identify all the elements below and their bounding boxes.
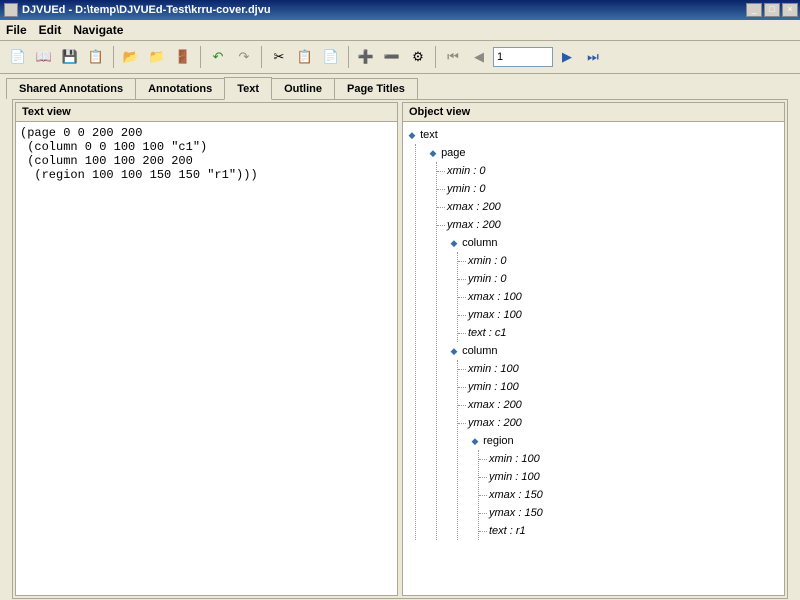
- separator: [113, 46, 114, 68]
- tab-text[interactable]: Text: [224, 77, 272, 100]
- tree-leaf-xmax[interactable]: xmax : 200: [449, 198, 780, 216]
- text-line: (column 100 100 200 200: [20, 154, 393, 168]
- tree-leaf-text[interactable]: text : c1: [470, 324, 780, 342]
- tree-leaf-ymax[interactable]: ymax : 200: [470, 414, 780, 432]
- separator: [348, 46, 349, 68]
- tree-leaf-ymin[interactable]: ymin : 100: [470, 378, 780, 396]
- tree-node-column[interactable]: ◆ column: [449, 234, 780, 252]
- tree-toggle-icon[interactable]: ◆: [428, 144, 438, 162]
- menu-navigate[interactable]: Navigate: [73, 23, 123, 37]
- new-icon[interactable]: 📄: [6, 45, 30, 69]
- exit-icon[interactable]: 🚪: [171, 45, 195, 69]
- settings-icon[interactable]: ⚙: [406, 45, 430, 69]
- tree-leaf-xmax[interactable]: xmax : 150: [491, 486, 780, 504]
- tree-leaf-xmin[interactable]: xmin : 0: [470, 252, 780, 270]
- tree-node-region[interactable]: ◆ region: [470, 432, 780, 450]
- tree-leaf-text[interactable]: text : r1: [491, 522, 780, 540]
- next-page-icon[interactable]: ▶: [555, 45, 579, 69]
- tabs: Shared Annotations Annotations Text Outl…: [0, 74, 800, 599]
- page-number-input[interactable]: [493, 47, 553, 67]
- folder-open-icon[interactable]: 📂: [119, 45, 143, 69]
- text-view-pane: Text view (page 0 0 200 200 (column 0 0 …: [15, 102, 398, 596]
- tab-page-titles[interactable]: Page Titles: [334, 78, 418, 99]
- tab-shared-annotations[interactable]: Shared Annotations: [6, 78, 136, 99]
- content-area: Text view (page 0 0 200 200 (column 0 0 …: [12, 99, 788, 599]
- text-view-body[interactable]: (page 0 0 200 200 (column 0 0 100 100 "c…: [16, 122, 397, 595]
- tree-leaf-ymax[interactable]: ymax : 200: [449, 216, 780, 234]
- remove-page-icon[interactable]: ➖: [380, 45, 404, 69]
- titlebar-text: DJVUEd - D:\temp\DJVUEd-Test\krru-cover.…: [22, 4, 746, 16]
- separator: [435, 46, 436, 68]
- tree-toggle-icon[interactable]: ◆: [470, 432, 480, 450]
- tree-toggle-icon[interactable]: ◆: [449, 234, 459, 252]
- tree-node-page[interactable]: ◆ page: [428, 144, 780, 162]
- tree-leaf-xmin[interactable]: xmin : 100: [491, 450, 780, 468]
- text-line: (column 0 0 100 100 "c1"): [20, 140, 393, 154]
- toolbar: 📄 📖 💾 📋 📂 📁 🚪 ↶ ↷ ✂ 📋 📄 ➕ ➖ ⚙ ⏮ ◀ ▶ ⏭: [0, 41, 800, 74]
- object-view-header: Object view: [403, 103, 784, 122]
- text-line: (page 0 0 200 200: [20, 126, 393, 140]
- minimize-button[interactable]: _: [746, 3, 762, 17]
- add-page-icon[interactable]: ➕: [354, 45, 378, 69]
- text-view-header: Text view: [16, 103, 397, 122]
- close-button[interactable]: ×: [782, 3, 798, 17]
- first-page-icon[interactable]: ⏮: [441, 45, 465, 69]
- folder-icon[interactable]: 📁: [145, 45, 169, 69]
- text-line: (region 100 100 150 150 "r1"))): [20, 168, 393, 182]
- cut-icon[interactable]: ✂: [267, 45, 291, 69]
- tree-toggle-icon[interactable]: ◆: [449, 342, 459, 360]
- window-controls: _ □ ×: [746, 3, 798, 17]
- last-page-icon[interactable]: ⏭: [581, 45, 605, 69]
- open-icon[interactable]: 📖: [32, 45, 56, 69]
- tree-leaf-ymax[interactable]: ymax : 150: [491, 504, 780, 522]
- tab-annotations[interactable]: Annotations: [135, 78, 225, 99]
- redo-icon[interactable]: ↷: [232, 45, 256, 69]
- save-as-icon[interactable]: 📋: [84, 45, 108, 69]
- menubar: File Edit Navigate: [0, 20, 800, 41]
- menu-file[interactable]: File: [6, 23, 27, 37]
- prev-page-icon[interactable]: ◀: [467, 45, 491, 69]
- tree-leaf-xmin[interactable]: xmin : 100: [470, 360, 780, 378]
- tree-node-column[interactable]: ◆ column: [449, 342, 780, 360]
- object-tree[interactable]: ◆ text ◆ page xmin : 0 ymin : 0 xmax : 2…: [403, 122, 784, 595]
- copy-icon[interactable]: 📋: [293, 45, 317, 69]
- paste-icon[interactable]: 📄: [319, 45, 343, 69]
- save-icon[interactable]: 💾: [58, 45, 82, 69]
- menu-edit[interactable]: Edit: [39, 23, 62, 37]
- separator: [200, 46, 201, 68]
- tree-leaf-ymin[interactable]: ymin : 0: [449, 180, 780, 198]
- tab-outline[interactable]: Outline: [271, 78, 335, 99]
- undo-icon[interactable]: ↶: [206, 45, 230, 69]
- tree-leaf-ymax[interactable]: ymax : 100: [470, 306, 780, 324]
- tree-leaf-ymin[interactable]: ymin : 0: [470, 270, 780, 288]
- object-view-pane: Object view ◆ text ◆ page xmin : 0 ymin …: [402, 102, 785, 596]
- separator: [261, 46, 262, 68]
- tree-leaf-xmax[interactable]: xmax : 100: [470, 288, 780, 306]
- maximize-button[interactable]: □: [764, 3, 780, 17]
- titlebar: DJVUEd - D:\temp\DJVUEd-Test\krru-cover.…: [0, 0, 800, 20]
- app-icon: [4, 3, 18, 17]
- tree-node-text[interactable]: ◆ text: [407, 126, 780, 144]
- tree-leaf-xmax[interactable]: xmax : 200: [470, 396, 780, 414]
- tree-leaf-ymin[interactable]: ymin : 100: [491, 468, 780, 486]
- tree-toggle-icon[interactable]: ◆: [407, 126, 417, 144]
- tree-leaf-xmin[interactable]: xmin : 0: [449, 162, 780, 180]
